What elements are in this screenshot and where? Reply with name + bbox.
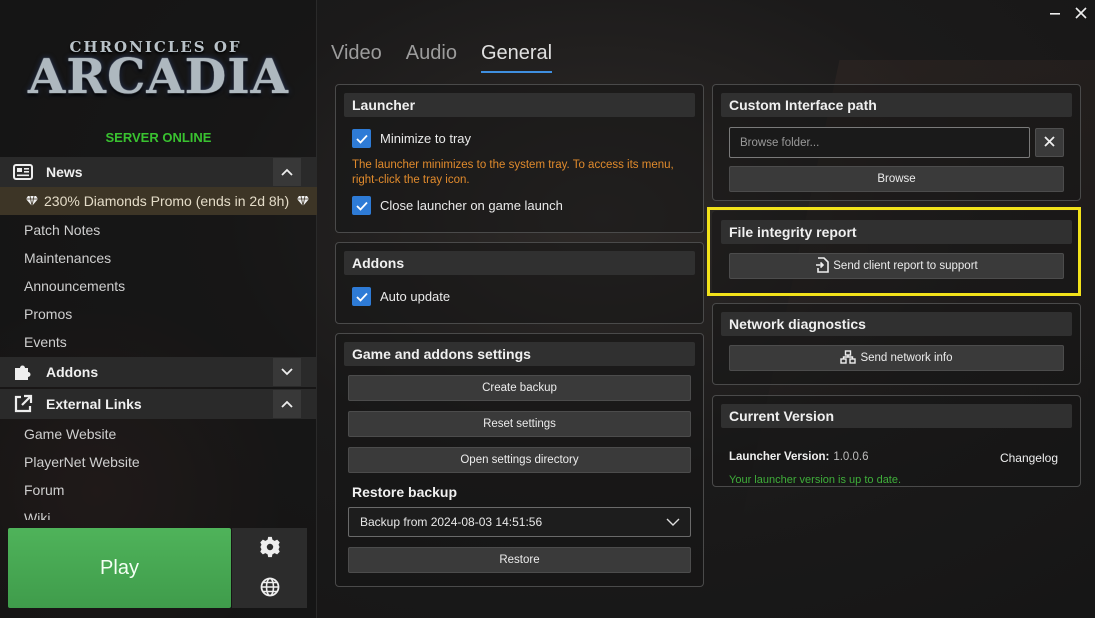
diamond-icon [295,195,311,207]
close-on-launch-label: Close launcher on game launch [380,198,563,213]
auto-update-label: Auto update [380,289,451,304]
version-status: Your launcher version is up to date. [729,474,902,486]
diamond-icon [24,195,40,207]
game-settings-panel: Game and addons settings Create backup R… [335,333,704,587]
server-status: SERVER ONLINE [105,130,212,145]
highlight-box [707,207,1081,296]
tab-audio[interactable]: Audio [406,42,457,73]
news-promo-item[interactable]: 230% Diamonds Promo (ends in 2d 8h) [0,187,317,215]
tray-note-line: The launcher minimizes to the system tra… [352,159,674,171]
tray-note-line: right-click the tray icon. [352,174,470,186]
minimize-to-tray-label: Minimize to tray [380,131,472,146]
chevron-up-icon[interactable] [273,158,301,186]
sidebar-item-events[interactable]: Events [24,334,67,350]
tab-video[interactable]: Video [331,42,382,73]
current-version-title: Current Version [721,404,1072,428]
custom-interface-title: Custom Interface path [721,93,1072,117]
restore-backup-label: Restore backup [352,484,458,500]
auto-update-checkbox[interactable]: Auto update [352,287,450,306]
checkmark-icon [352,287,371,306]
external-link-icon [0,394,46,414]
chevron-down-icon [666,516,680,530]
create-backup-button[interactable]: Create backup [348,375,691,401]
section-external-links-label: External Links [46,396,142,412]
puzzle-icon [0,362,46,382]
section-addons-header[interactable]: Addons [0,357,317,387]
send-network-info-button[interactable]: Send network info [729,345,1064,371]
sidebar: CHRONICLES OF ARCADIA SERVER ONLINE News… [0,0,317,618]
sidebar-item-playernet-website[interactable]: PlayerNet Website [24,454,140,470]
chevron-down-icon[interactable] [273,358,301,386]
launcher-panel: Launcher Minimize to tray The launcher m… [335,84,704,233]
sidebar-item-announcements[interactable]: Announcements [24,278,125,294]
reset-settings-button[interactable]: Reset settings [348,411,691,437]
interface-path-input[interactable]: Browse folder... [729,127,1030,158]
tray-note: The launcher minimizes to the system tra… [352,158,692,188]
tab-general[interactable]: General [480,42,553,73]
restore-button[interactable]: Restore [348,547,691,573]
launcher-version-row: Launcher Version: 1.0.0.6 Changelog [729,451,1058,465]
current-version-panel: Current Version Launcher Version: 1.0.0.… [712,395,1081,487]
promo-label: 230% Diamonds Promo (ends in 2d 8h) [44,193,290,209]
browse-button[interactable]: Browse [729,166,1064,192]
send-network-info-label: Send network info [860,352,953,364]
changelog-link[interactable]: Changelog [1000,451,1058,465]
newspaper-icon [0,164,46,180]
settings-button[interactable] [232,528,307,568]
custom-interface-panel: Custom Interface path Browse folder... B… [712,84,1081,201]
sidebar-item-wiki[interactable]: Wiki [24,510,50,520]
checkmark-icon [352,129,371,148]
window-controls [1047,5,1089,21]
globe-icon [260,577,280,600]
sidebar-item-patch-notes[interactable]: Patch Notes [24,222,100,238]
backup-select[interactable]: Backup from 2024-08-03 14:51:56 [348,507,691,537]
clear-path-button[interactable] [1035,128,1064,157]
section-news-header[interactable]: News [0,157,317,187]
close-icon [1044,135,1055,150]
settings-tabs: Video Audio General [331,42,553,73]
sidebar-item-maintenances[interactable]: Maintenances [24,250,111,266]
section-news-label: News [46,164,83,180]
game-logo: CHRONICLES OF ARCADIA [28,38,289,118]
network-icon [840,349,857,367]
sidebar-item-promos[interactable]: Promos [24,306,72,322]
minimize-to-tray-checkbox[interactable]: Minimize to tray [352,129,471,148]
sidebar-item-forum[interactable]: Forum [24,482,64,498]
backup-select-value: Backup from 2024-08-03 14:51:56 [360,515,543,529]
close-on-launch-checkbox[interactable]: Close launcher on game launch [352,196,563,215]
checkmark-icon [352,196,371,215]
language-button[interactable] [232,568,307,608]
launcher-panel-title: Launcher [344,93,695,117]
logo-title: ARCADIA [28,49,289,105]
launcher-version-value: 1.0.0.6 [833,451,869,463]
chevron-up-icon[interactable] [273,390,301,418]
launcher-version-label: Launcher Version: [729,451,830,463]
network-diagnostics-title: Network diagnostics [721,312,1072,336]
addons-panel: Addons Auto update [335,242,704,324]
section-external-links-header[interactable]: External Links [0,389,317,419]
game-settings-panel-title: Game and addons settings [344,342,695,366]
minimize-icon[interactable] [1047,5,1063,21]
close-icon[interactable] [1073,5,1089,21]
addons-panel-title: Addons [344,251,695,275]
gear-icon [259,536,281,561]
play-button[interactable]: Play [8,528,231,608]
section-addons-label: Addons [46,364,99,380]
network-diagnostics-panel: Network diagnostics Send network info [712,303,1081,385]
open-settings-directory-button[interactable]: Open settings directory [348,447,691,473]
sidebar-item-game-website[interactable]: Game Website [24,426,116,442]
